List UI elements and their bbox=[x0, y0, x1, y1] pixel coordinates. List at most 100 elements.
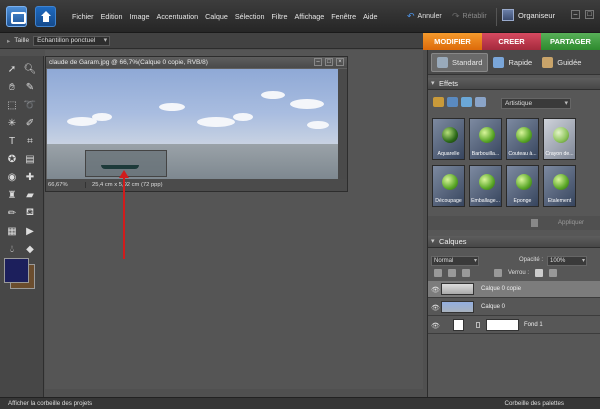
document-controls: – □ × bbox=[314, 58, 344, 66]
layer-link-icon bbox=[476, 322, 480, 328]
menu-enhance[interactable]: Accentuation bbox=[157, 12, 199, 21]
maximize-icon[interactable]: □ bbox=[585, 10, 594, 19]
zoom-tool-icon[interactable]: 🔍︎ bbox=[22, 62, 38, 76]
organizer-label: Organiseur bbox=[518, 10, 556, 20]
tab-share[interactable]: PARTAGER bbox=[541, 33, 600, 50]
all-effects-icon[interactable] bbox=[475, 97, 486, 107]
adjustment-layer-icon[interactable] bbox=[448, 269, 456, 277]
menu-edit[interactable]: Edition bbox=[101, 12, 123, 21]
menu-layer[interactable]: Calque bbox=[205, 12, 228, 21]
options-grip-icon: ▸ bbox=[7, 37, 11, 45]
effect-thumb[interactable]: Crayon de... bbox=[543, 118, 576, 160]
effect-thumb[interactable]: Etalement bbox=[543, 165, 576, 207]
brush-tool-icon[interactable]: ✏ bbox=[4, 206, 20, 220]
foreground-color-swatch[interactable] bbox=[4, 258, 29, 283]
photo-effects-icon[interactable] bbox=[461, 97, 472, 107]
layers-panel-header[interactable]: Calques bbox=[428, 236, 600, 248]
doc-close-icon[interactable]: × bbox=[336, 58, 344, 66]
menu-filter[interactable]: Filtre bbox=[271, 12, 287, 21]
palette-bin-toggle[interactable]: Corbeille des palettes bbox=[504, 400, 564, 407]
effect-preview-icon bbox=[553, 127, 569, 143]
link-layer-icon[interactable] bbox=[494, 269, 502, 277]
eyedropper-tool-icon[interactable]: ✎ bbox=[22, 80, 38, 94]
mode-quick-label: Rapide bbox=[508, 57, 533, 67]
vertical-scrollbar[interactable] bbox=[338, 69, 347, 179]
project-bin-toggle[interactable]: Afficher la corbeille des projets bbox=[8, 400, 92, 407]
doc-maximize-icon[interactable]: □ bbox=[325, 58, 333, 66]
effect-preview-icon bbox=[442, 127, 458, 143]
effects-panel-header[interactable]: Effets bbox=[428, 78, 600, 90]
tab-modify[interactable]: MODIFIER bbox=[423, 33, 482, 50]
mode-standard[interactable]: Standard bbox=[431, 52, 489, 72]
photo-boat bbox=[101, 165, 139, 169]
menu-image[interactable]: Image bbox=[130, 12, 150, 21]
organizer-icon bbox=[502, 9, 514, 21]
document-canvas[interactable] bbox=[47, 69, 339, 179]
menu-select[interactable]: Sélection bbox=[235, 12, 265, 21]
effects-category-select[interactable]: Artistique bbox=[501, 98, 571, 109]
straighten-tool-icon[interactable]: ▤ bbox=[22, 152, 38, 166]
lock-transparency-icon[interactable] bbox=[535, 269, 544, 277]
visibility-eye-icon[interactable]: 👁︎ bbox=[431, 286, 440, 294]
magic-wand-tool-icon[interactable]: ✳ bbox=[4, 116, 20, 130]
hand-tool-icon[interactable]: ✋︎ bbox=[4, 80, 20, 94]
lasso-tool-icon[interactable]: ➰ bbox=[22, 98, 38, 112]
annotation-arrow bbox=[119, 170, 129, 259]
mode-quick[interactable]: Rapide bbox=[488, 53, 537, 72]
effect-thumb[interactable]: Découpage bbox=[432, 165, 465, 207]
blur-tool-icon[interactable]: 💧︎ bbox=[4, 242, 20, 256]
effect-thumb[interactable]: Couteau à... bbox=[506, 118, 539, 160]
opacity-input[interactable]: 100% bbox=[547, 256, 587, 266]
cookie-cutter-tool-icon[interactable]: ✪ bbox=[4, 152, 20, 166]
lock-all-icon[interactable] bbox=[549, 269, 558, 277]
menu-file[interactable]: Fichier bbox=[72, 12, 94, 21]
layer-styles-icon[interactable] bbox=[447, 97, 458, 107]
effect-thumb[interactable]: Aquarelle bbox=[432, 118, 465, 160]
delete-layer-icon[interactable] bbox=[462, 269, 470, 277]
menu-view[interactable]: Affichage bbox=[294, 12, 324, 21]
custom-shape-tool-icon[interactable]: ▶ bbox=[22, 224, 38, 238]
effect-thumb[interactable]: Eponge bbox=[506, 165, 539, 207]
filters-icon[interactable] bbox=[433, 97, 444, 107]
organizer-button[interactable]: Organiseur bbox=[502, 9, 555, 21]
healing-brush-tool-icon[interactable]: ✚ bbox=[22, 170, 38, 184]
undo-button[interactable]: ↶ Annuler bbox=[407, 11, 442, 22]
apply-button[interactable]: Appliquer bbox=[551, 218, 591, 228]
sample-mode-select[interactable]: Echantillon ponctuel bbox=[33, 35, 111, 46]
blend-mode-select[interactable]: Normal bbox=[431, 256, 479, 266]
paint-bucket-tool-icon[interactable]: ⛾ bbox=[22, 206, 38, 220]
layer-row[interactable]: 👁︎ Calque 0 bbox=[428, 299, 600, 316]
eraser-tool-icon[interactable]: ▰ bbox=[22, 188, 38, 202]
home-icon[interactable] bbox=[35, 6, 56, 27]
tab-create[interactable]: CREER bbox=[482, 33, 541, 50]
opacity-label: Opacité : bbox=[519, 257, 544, 263]
effect-thumb[interactable]: Emballage... bbox=[469, 165, 502, 207]
doc-minimize-icon[interactable]: – bbox=[314, 58, 322, 66]
red-eye-tool-icon[interactable]: ◉ bbox=[4, 170, 20, 184]
zoom-level[interactable]: 66,67% bbox=[46, 182, 86, 188]
layer-row[interactable]: 👁︎ Calque 0 copie bbox=[428, 281, 600, 298]
minimize-icon[interactable]: – bbox=[571, 10, 580, 19]
selection-brush-tool-icon[interactable]: ✐ bbox=[22, 116, 38, 130]
mode-guided[interactable]: Guidée bbox=[537, 53, 586, 72]
effect-label: Aquarelle bbox=[437, 151, 460, 157]
gradient-tool-icon[interactable]: ▦ bbox=[4, 224, 20, 238]
document-title-bar[interactable]: claude de Garam.jpg @ 66,7%(Calque 0 cop… bbox=[46, 57, 347, 68]
clone-stamp-tool-icon[interactable]: ♜ bbox=[4, 188, 20, 202]
visibility-eye-icon[interactable]: 👁︎ bbox=[431, 322, 440, 330]
redo-button[interactable]: ↷ Rétablir bbox=[452, 11, 487, 22]
trash-icon[interactable] bbox=[531, 219, 538, 227]
visibility-eye-icon[interactable]: 👁︎ bbox=[431, 304, 440, 312]
move-tool-icon[interactable]: ➚ bbox=[4, 62, 20, 76]
sponge-tool-icon[interactable]: ◆ bbox=[22, 242, 38, 256]
menu-window[interactable]: Fenêtre bbox=[331, 12, 356, 21]
text-tool-icon[interactable]: T bbox=[4, 134, 20, 148]
new-layer-icon[interactable] bbox=[434, 269, 442, 277]
effect-label: Emballage... bbox=[471, 198, 500, 204]
marquee-tool-icon[interactable]: ⬚ bbox=[4, 98, 20, 112]
crop-tool-icon[interactable]: ⌗ bbox=[22, 134, 38, 148]
lock-label: Verrou : bbox=[508, 270, 530, 276]
menu-help[interactable]: Aide bbox=[363, 12, 377, 21]
effect-thumb[interactable]: Barbouilla... bbox=[469, 118, 502, 160]
layer-row[interactable]: 👁︎ Fond 1 bbox=[428, 317, 600, 334]
